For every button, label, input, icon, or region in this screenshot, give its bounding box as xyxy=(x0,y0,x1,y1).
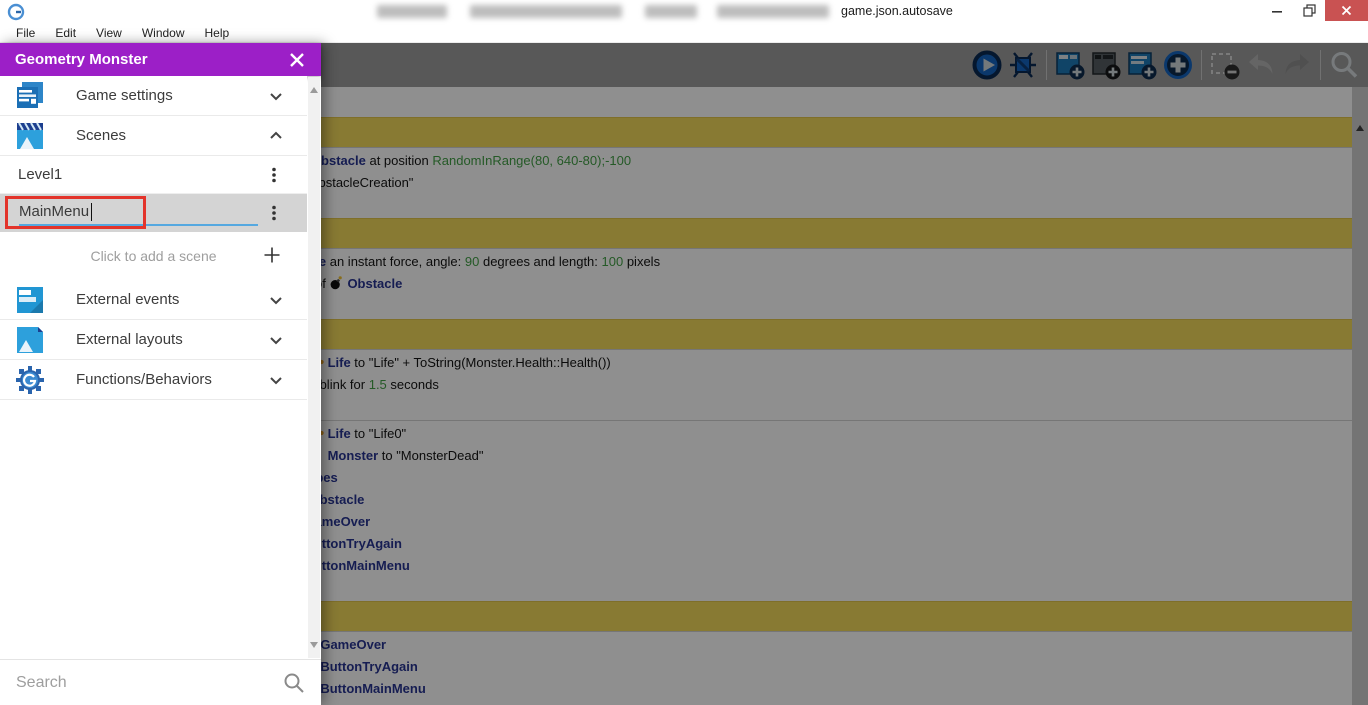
menu-file[interactable]: File xyxy=(6,24,45,43)
drawer-close-button[interactable] xyxy=(288,51,306,69)
scroll-down-icon[interactable] xyxy=(310,642,318,648)
app-window: game.json.autosave File Edit View Window Hel… xyxy=(0,0,1368,705)
plus-icon[interactable] xyxy=(263,246,281,264)
scroll-up-icon[interactable] xyxy=(310,87,318,93)
sidebar-item-external-layouts[interactable]: External layouts xyxy=(0,320,307,360)
close-window-button[interactable] xyxy=(1325,0,1368,21)
menu-window[interactable]: Window xyxy=(132,24,195,43)
minimize-icon xyxy=(1272,10,1282,13)
close-icon xyxy=(290,52,304,67)
window-title: game.json.autosave xyxy=(841,4,953,18)
functions-behaviors-icon xyxy=(13,363,47,397)
chevron-down-icon[interactable] xyxy=(267,371,285,389)
search-icon[interactable] xyxy=(283,672,305,694)
add-scene-label: Click to add a scene xyxy=(90,248,217,264)
chevron-down-icon[interactable] xyxy=(267,87,285,105)
scene-item-editing xyxy=(0,194,307,232)
sidebar-item-label: Scenes xyxy=(76,127,127,144)
gdevelop-logo-icon xyxy=(7,3,25,21)
drawer-search-bar xyxy=(0,659,321,705)
window-title-redacted xyxy=(470,5,622,18)
scene-name-input[interactable] xyxy=(19,199,258,226)
game-settings-icon xyxy=(13,79,47,113)
project-manager-drawer: Geometry Monster Game settings Scenes Leve… xyxy=(0,43,321,705)
sidebar-item-functions-behaviors[interactable]: Functions/Behaviors xyxy=(0,360,307,400)
scene-name-label: Level1 xyxy=(18,166,63,183)
text-caret xyxy=(91,203,92,221)
window-title-redacted xyxy=(717,5,829,18)
restore-button[interactable] xyxy=(1294,0,1324,21)
drawer-body: Game settings Scenes Level1 Click to add a … xyxy=(0,76,307,659)
sidebar-item-label: Functions/Behaviors xyxy=(76,371,212,388)
window-title-redacted xyxy=(377,5,447,18)
external-layouts-icon xyxy=(13,323,47,357)
restore-icon xyxy=(1302,4,1316,17)
sidebar-item-label: External layouts xyxy=(76,331,183,348)
sidebar-item-scenes[interactable]: Scenes xyxy=(0,116,307,156)
sidebar-item-external-events[interactable]: External events xyxy=(0,280,307,320)
external-events-icon xyxy=(13,283,47,317)
titlebar: game.json.autosave xyxy=(0,0,1368,24)
scenes-icon xyxy=(13,119,47,153)
close-icon xyxy=(1341,5,1352,16)
minimize-button[interactable] xyxy=(1262,0,1292,21)
menu-view[interactable]: View xyxy=(86,24,132,43)
drawer-header: Geometry Monster xyxy=(0,43,321,76)
chevron-down-icon[interactable] xyxy=(267,291,285,309)
kebab-menu-icon[interactable] xyxy=(267,204,281,222)
window-title-redacted xyxy=(645,5,697,18)
menu-help[interactable]: Help xyxy=(195,24,240,43)
chevron-down-icon[interactable] xyxy=(267,331,285,349)
project-title: Geometry Monster xyxy=(15,51,148,68)
chevron-up-icon[interactable] xyxy=(267,127,285,145)
search-input[interactable] xyxy=(16,673,283,692)
sidebar-item-label: Game settings xyxy=(76,87,173,104)
sidebar-item-label: External events xyxy=(76,291,180,308)
drawer-scrollbar[interactable] xyxy=(308,77,320,658)
menubar: File Edit View Window Help xyxy=(0,24,1368,43)
kebab-menu-icon[interactable] xyxy=(267,166,281,184)
add-scene-row[interactable]: Click to add a scene xyxy=(0,232,307,280)
menu-edit[interactable]: Edit xyxy=(45,24,86,43)
sidebar-item-game-settings[interactable]: Game settings xyxy=(0,76,307,116)
scene-item-level1[interactable]: Level1 xyxy=(0,156,307,194)
